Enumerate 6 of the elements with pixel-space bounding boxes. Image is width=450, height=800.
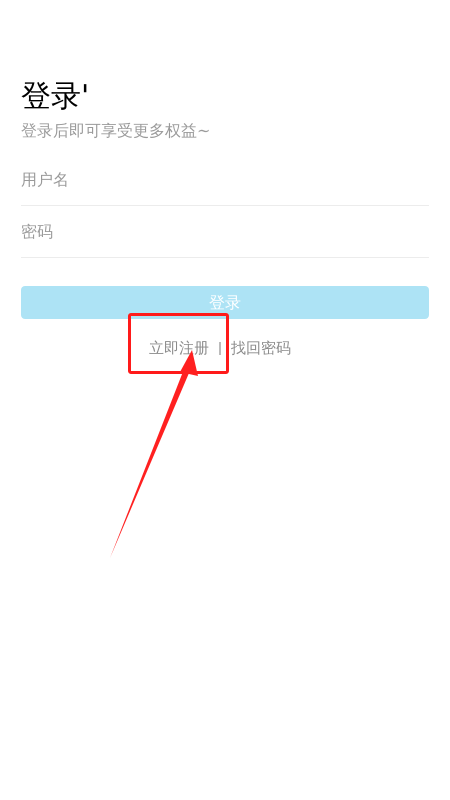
username-field[interactable]: 用户名 <box>21 154 429 206</box>
page-title: 登录' <box>21 78 90 116</box>
register-link[interactable]: 立即注册 <box>149 337 209 360</box>
recover-password-link[interactable]: 找回密码 <box>231 337 291 360</box>
subtitle: 登录后即可享受更多权益~ <box>21 120 210 142</box>
password-field[interactable]: 密码 <box>21 206 429 258</box>
